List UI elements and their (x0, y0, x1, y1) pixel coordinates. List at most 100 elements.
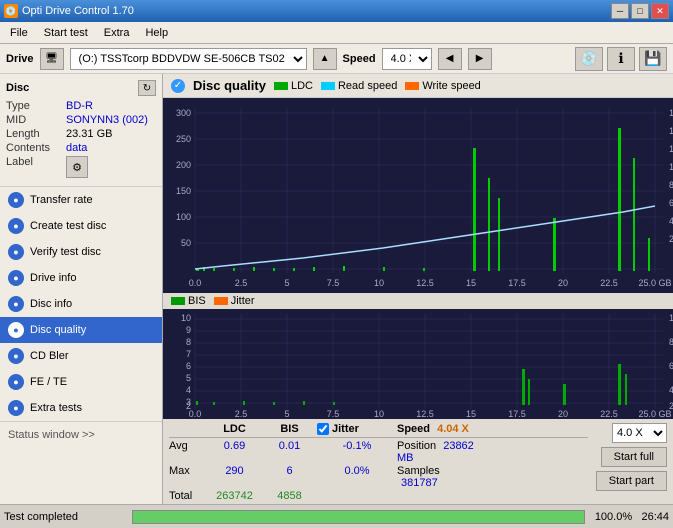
nav-drive-info[interactable]: ● Drive info (0, 265, 162, 291)
cd-bler-icon: ● (8, 348, 24, 364)
progress-bar-fill (133, 511, 584, 523)
status-window-label: Status window >> (8, 429, 95, 441)
svg-text:20: 20 (558, 278, 568, 288)
save-icon-btn[interactable]: 💾 (639, 47, 667, 71)
nav-disc-quality-label: Disc quality (30, 324, 86, 336)
info-icon-btn[interactable]: ℹ (607, 47, 635, 71)
menu-file[interactable]: File (4, 25, 34, 41)
total-row: Total 263742 4858 (169, 490, 588, 502)
drive-label: Drive (6, 53, 34, 65)
menu-extra[interactable]: Extra (98, 25, 136, 41)
extra-tests-icon: ● (8, 400, 24, 416)
chart-title-icon: ✓ (171, 79, 185, 93)
drive-select[interactable]: (O:) TSSTcorp BDDVDW SE-506CB TS02 (70, 48, 307, 70)
nav-transfer-rate[interactable]: ● Transfer rate (0, 187, 162, 213)
svg-text:200: 200 (176, 160, 191, 170)
bis-chart-header: BIS Jitter (163, 293, 673, 309)
minimize-button[interactable]: ─ (611, 3, 629, 19)
svg-text:17.5: 17.5 (508, 409, 526, 419)
nav-cd-bler[interactable]: ● CD Bler (0, 343, 162, 369)
svg-text:250: 250 (176, 134, 191, 144)
jitter-legend: Jitter (214, 295, 255, 307)
ldc-max: 290 (207, 465, 262, 489)
svg-text:300: 300 (176, 108, 191, 118)
menu-start-test[interactable]: Start test (38, 25, 94, 41)
disc-refresh-btn[interactable]: ↻ (138, 80, 156, 96)
disc-info-icon: ● (8, 296, 24, 312)
ldc-legend: LDC (274, 80, 313, 92)
speed-control-select[interactable]: 4.0 X (612, 423, 667, 443)
verify-test-disc-icon: ● (8, 244, 24, 260)
svg-text:14 X: 14 X (669, 126, 673, 136)
bis-legend: BIS (171, 295, 206, 307)
samples-area: Samples 381787 (397, 465, 477, 489)
bis-chart-svg: 10 9 8 7 6 5 4 3 2 10% 8% 6% 4% 2% (163, 309, 673, 419)
svg-text:22.5: 22.5 (600, 278, 618, 288)
nav-verify-test-disc-label: Verify test disc (30, 246, 101, 258)
svg-text:2.5: 2.5 (235, 409, 248, 419)
position-label: Position 23862 MB (397, 440, 477, 464)
jitter-max: 0.0% (317, 465, 397, 489)
ldc-color (274, 82, 288, 90)
drive-eject-btn[interactable]: ▲ (313, 48, 337, 70)
disc-icon-btn[interactable]: 💿 (575, 47, 603, 71)
svg-text:4 X: 4 X (669, 216, 673, 226)
nav-transfer-rate-label: Transfer rate (30, 194, 93, 206)
ldc-total: 263742 (207, 490, 262, 502)
svg-text:15: 15 (466, 278, 476, 288)
jitter-color (214, 297, 228, 305)
window-controls: ─ □ ✕ (611, 3, 669, 19)
svg-text:6 X: 6 X (669, 198, 673, 208)
svg-text:12 X: 12 X (669, 144, 673, 154)
drive-icon-btn[interactable]: 🖥 (40, 48, 64, 70)
nav-cd-bler-label: CD Bler (30, 350, 69, 362)
drive-bar: Drive 🖥 (O:) TSSTcorp BDDVDW SE-506CB TS… (0, 44, 673, 74)
disc-quality-icon: ● (8, 322, 24, 338)
write-label: Write speed (422, 80, 481, 92)
speed-next-btn[interactable]: ▶ (468, 48, 492, 70)
svg-text:6%: 6% (669, 361, 673, 371)
disc-mid-label: MID (6, 114, 66, 126)
main-content: Disc ↻ Type BD-R MID SONYNN3 (002) Lengt… (0, 74, 673, 504)
speed-prev-btn[interactable]: ◀ (438, 48, 462, 70)
close-button[interactable]: ✕ (651, 3, 669, 19)
svg-text:2 X: 2 X (669, 234, 673, 244)
svg-text:5: 5 (284, 278, 289, 288)
speed-select[interactable]: 4.0 X (382, 48, 432, 70)
speed-select-area: 4.0 X (612, 423, 667, 443)
bis-avg: 0.01 (262, 440, 317, 464)
total-label: Total (169, 490, 207, 502)
nav-verify-test-disc[interactable]: ● Verify test disc (0, 239, 162, 265)
disc-type-label: Type (6, 100, 66, 112)
nav-extra-tests[interactable]: ● Extra tests (0, 395, 162, 421)
svg-text:7: 7 (186, 349, 191, 359)
nav-create-test-disc-label: Create test disc (30, 220, 106, 232)
nav-fe-te-label: FE / TE (30, 376, 67, 388)
nav-fe-te[interactable]: ● FE / TE (0, 369, 162, 395)
nav-disc-info[interactable]: ● Disc info (0, 291, 162, 317)
svg-text:20: 20 (558, 409, 568, 419)
disc-label-label: Label (6, 156, 66, 178)
svg-text:8: 8 (186, 337, 191, 347)
menu-help[interactable]: Help (139, 25, 174, 41)
disc-label-icon-btn[interactable]: ⚙ (66, 156, 88, 178)
speed-val: 4.04 X (437, 423, 469, 435)
action-area: 4.0 X Start full Start part (596, 423, 667, 491)
svg-text:100: 100 (176, 212, 191, 222)
bis-color (171, 297, 185, 305)
svg-text:8 X: 8 X (669, 180, 673, 190)
jitter-checkbox[interactable] (317, 423, 329, 435)
max-label: Max (169, 465, 207, 489)
svg-text:25.0 GB: 25.0 GB (638, 278, 671, 288)
svg-text:7.5: 7.5 (327, 278, 340, 288)
status-bar: Test completed 100.0% 26:44 (0, 504, 673, 528)
maximize-button[interactable]: □ (631, 3, 649, 19)
start-full-button[interactable]: Start full (601, 447, 667, 467)
svg-text:17.5: 17.5 (508, 278, 526, 288)
nav-status-window[interactable]: Status window >> (0, 421, 162, 447)
svg-text:25.0 GB: 25.0 GB (638, 409, 671, 419)
start-part-button[interactable]: Start part (596, 471, 667, 491)
nav-create-test-disc[interactable]: ● Create test disc (0, 213, 162, 239)
nav-disc-quality[interactable]: ● Disc quality (0, 317, 162, 343)
svg-text:0.0: 0.0 (189, 409, 202, 419)
